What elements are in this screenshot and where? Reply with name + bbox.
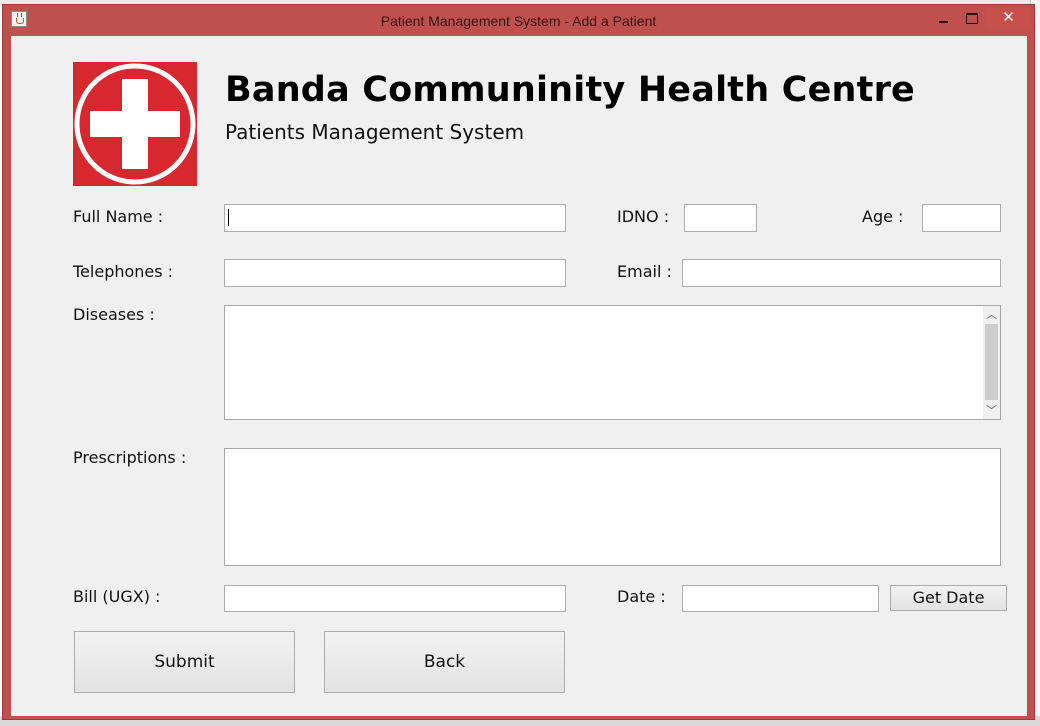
age-input[interactable] — [922, 204, 1001, 232]
bill-input[interactable] — [224, 585, 566, 612]
diseases-textarea[interactable]: ︿ ﹀ — [224, 305, 1001, 420]
prescriptions-textarea[interactable] — [224, 448, 1001, 566]
minimize-button[interactable] — [929, 8, 959, 30]
close-button[interactable]: ✕ — [986, 6, 1031, 28]
maximize-button[interactable] — [958, 8, 986, 30]
window-title: Patient Management System - Add a Patien… — [380, 13, 657, 29]
minimize-icon — [939, 21, 948, 23]
submit-button[interactable]: Submit — [74, 631, 295, 693]
scrollbar-thumb[interactable] — [985, 324, 998, 400]
date-input[interactable] — [682, 585, 879, 612]
prescriptions-label: Prescriptions : — [73, 448, 187, 467]
form-panel: Banda Communinity Health Centre Patients… — [11, 36, 1027, 716]
telephones-label: Telephones : — [73, 262, 174, 281]
scroll-down-icon[interactable]: ﹀ — [983, 402, 1000, 419]
page-subtitle: Patients Management System — [225, 120, 525, 144]
page-title: Banda Communinity Health Centre — [225, 70, 915, 110]
bill-label: Bill (UGX) : — [73, 587, 161, 606]
app-window: Patient Management System - Add a Patien… — [2, 4, 1035, 720]
title-bar[interactable]: Patient Management System - Add a Patien… — [3, 5, 1034, 36]
date-label: Date : — [617, 587, 666, 606]
diseases-label: Diseases : — [73, 305, 155, 324]
back-button[interactable]: Back — [324, 631, 565, 693]
full-name-input[interactable] — [224, 204, 566, 232]
full-name-label: Full Name : — [73, 207, 164, 226]
maximize-icon — [966, 13, 978, 24]
diseases-scrollbar[interactable]: ︿ ﹀ — [983, 306, 1000, 419]
telephones-input[interactable] — [224, 259, 566, 287]
idno-input[interactable] — [684, 204, 757, 232]
idno-label: IDNO : — [617, 207, 670, 226]
red-cross-icon — [73, 62, 197, 186]
text-caret — [228, 209, 229, 226]
email-label: Email : — [617, 262, 672, 281]
age-label: Age : — [862, 207, 904, 226]
scroll-up-icon[interactable]: ︿ — [983, 306, 1000, 323]
email-input[interactable] — [682, 259, 1001, 287]
close-icon: ✕ — [1002, 8, 1015, 26]
get-date-button[interactable]: Get Date — [890, 585, 1007, 611]
